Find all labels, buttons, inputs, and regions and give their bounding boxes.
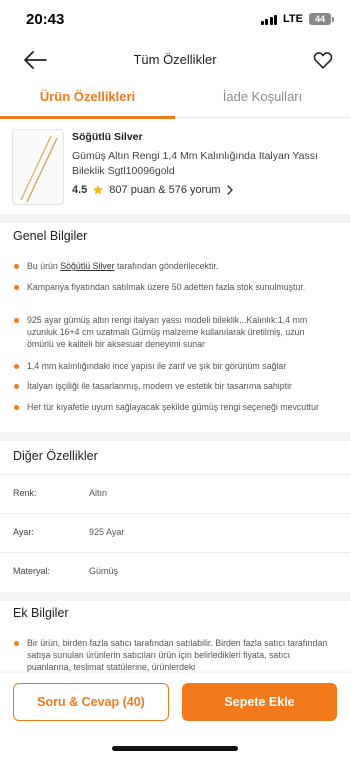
general-info-item-text: 925 ayar gümüş altın rengi italyan yassı… bbox=[27, 315, 308, 349]
attribute-row-karat: Ayar: 925 Ayar bbox=[0, 514, 350, 553]
signal-icon bbox=[260, 14, 278, 25]
extra-info-title: Ek Bilgiler bbox=[13, 606, 69, 620]
attribute-key: Materyal: bbox=[13, 566, 51, 576]
product-name: Gümüş Altın Rengi 1,4 Mm Kalınlığında It… bbox=[72, 150, 318, 177]
network-type: LTE bbox=[283, 13, 303, 25]
attribute-row-material: Materyal: Gümüş bbox=[0, 553, 350, 592]
tab-bar: Ürün Özellikleri İade Koşulları bbox=[0, 80, 350, 119]
attribute-value: Gümüş bbox=[89, 566, 119, 576]
general-info-title: Genel Bilgiler bbox=[13, 229, 88, 243]
rating-count: 807 puan & 576 yorum bbox=[109, 184, 221, 196]
general-info-item-text: Her tür kıyafetle uyum sağlayacak şekild… bbox=[27, 402, 319, 412]
attribute-value: 925 Ayar bbox=[89, 527, 125, 537]
section-separator bbox=[0, 432, 350, 441]
section-separator bbox=[0, 214, 350, 223]
attribute-row-color: Renk: Altın bbox=[0, 475, 350, 514]
star-icon bbox=[93, 185, 104, 195]
status-bar: 20:43 LTE 44 bbox=[0, 0, 350, 40]
attribute-value: Altın bbox=[89, 488, 108, 498]
home-indicator[interactable] bbox=[112, 746, 238, 751]
product-image bbox=[12, 129, 64, 205]
favorite-button[interactable] bbox=[312, 49, 334, 71]
tab-product-features[interactable]: Ürün Özellikleri bbox=[0, 80, 175, 119]
battery-level: 44 bbox=[309, 13, 331, 25]
rating-value: 4.5 bbox=[72, 184, 88, 196]
rating-row[interactable]: 4.5 807 puan & 576 yorum bbox=[72, 184, 234, 196]
heart-icon bbox=[313, 52, 333, 69]
section-separator bbox=[0, 592, 350, 601]
extra-info-text: Bir ürün, birden fazla satıcı tarafından… bbox=[27, 638, 328, 672]
general-info-item-text: Bu ürün bbox=[27, 261, 61, 271]
seller-link[interactable]: Söğütlü Silver bbox=[60, 261, 114, 271]
top-nav: Tüm Özellikler bbox=[0, 40, 350, 80]
chevron-right-icon bbox=[226, 185, 233, 195]
status-time: 20:43 bbox=[26, 11, 65, 28]
page-title: Tüm Özellikler bbox=[133, 52, 217, 67]
product-summary[interactable]: Söğütlü Silver Gümüş Altın Rengi 1,4 Mm … bbox=[0, 118, 350, 214]
questions-answers-button[interactable]: Soru & Cevap (40) bbox=[13, 683, 169, 721]
general-info-item-text: Kampanya fiyatından satılmak üzere 50 ad… bbox=[27, 282, 306, 292]
general-info-item-text: İtalyan işçiliği ile tasarlanmış, modern… bbox=[27, 381, 292, 391]
bottom-action-bar: Soru & Cevap (40) Sepete Ekle bbox=[0, 673, 350, 757]
product-brand: Söğütlü Silver bbox=[72, 131, 143, 143]
battery-icon: 44 bbox=[309, 13, 334, 25]
general-info-item-text: tarafından gönderilecektir. bbox=[114, 261, 219, 271]
other-features-title: Diğer Özellikler bbox=[13, 449, 98, 463]
attribute-key: Ayar: bbox=[13, 527, 34, 537]
status-indicators: LTE 44 bbox=[260, 13, 334, 25]
attribute-key: Renk: bbox=[13, 488, 37, 498]
add-to-cart-button[interactable]: Sepete Ekle bbox=[182, 683, 337, 721]
tab-return-conditions[interactable]: İade Koşulları bbox=[175, 80, 350, 118]
general-info-item-text: 1,4 mm kalınlığındaki ince yapısı ile za… bbox=[27, 361, 287, 371]
